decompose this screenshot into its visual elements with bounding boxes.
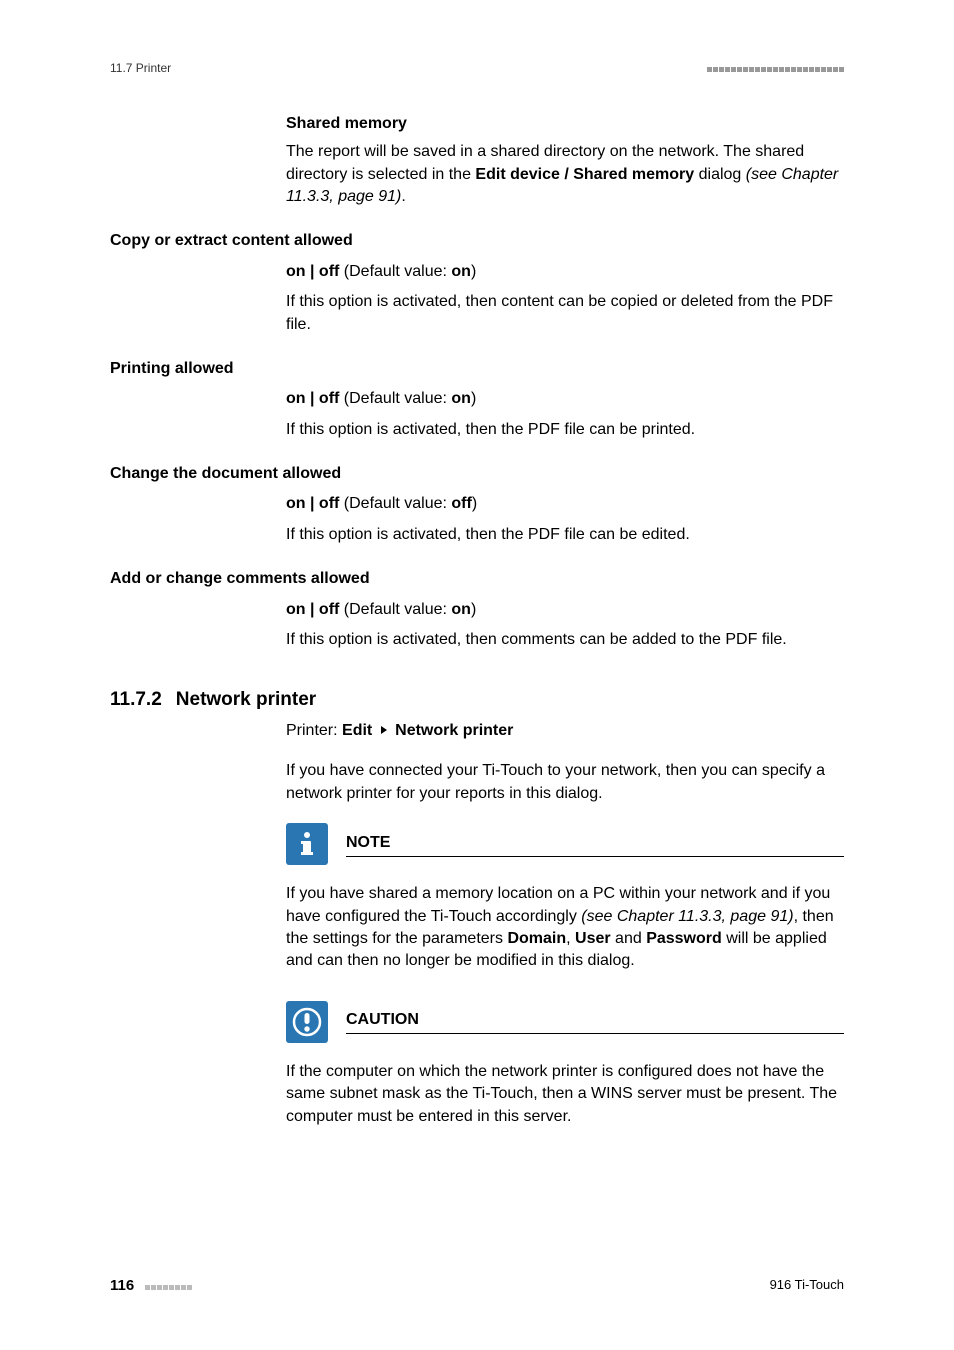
page-footer: 116 916 Ti-Touch	[110, 1275, 844, 1296]
section-heading: 11.7.2 Network printer	[110, 687, 844, 714]
section-path: 11.7 Printer	[110, 60, 171, 77]
copy-option-desc: If this option is activated, then conten…	[286, 291, 844, 336]
caution-body: If the computer on which the network pri…	[286, 1061, 844, 1128]
page-header: 11.7 Printer	[110, 60, 844, 77]
copy-option-default: on | off (Default value: on)	[286, 261, 844, 283]
shared-memory-desc: The report will be saved in a shared dir…	[286, 141, 844, 208]
caution-box: CAUTION If the computer on which the net…	[286, 1001, 844, 1128]
note-box: NOTE If you have shared a memory locatio…	[286, 823, 844, 973]
chevron-right-icon	[381, 726, 387, 734]
caution-label: CAUTION	[346, 1009, 844, 1034]
section-number: 11.7.2	[110, 687, 162, 714]
note-label: NOTE	[346, 832, 844, 857]
change-option-desc: If this option is activated, then the PD…	[286, 524, 844, 546]
footer-title: 916 Ti-Touch	[770, 1276, 844, 1294]
shared-memory-block: Shared memory The report will be saved i…	[286, 113, 844, 209]
page-number: 116	[110, 1277, 134, 1294]
decorative-dots	[706, 60, 844, 77]
info-icon	[286, 823, 328, 865]
comments-option-default: on | off (Default value: on)	[286, 599, 844, 621]
change-option-default: on | off (Default value: off)	[286, 493, 844, 515]
copy-option-title: Copy or extract content allowed	[110, 230, 844, 252]
note-body: If you have shared a memory location on …	[286, 883, 844, 973]
comments-option-title: Add or change comments allowed	[110, 568, 844, 590]
print-option-default: on | off (Default value: on)	[286, 388, 844, 410]
comments-option-desc: If this option is activated, then commen…	[286, 629, 844, 651]
shared-memory-label: Shared memory	[286, 113, 844, 135]
print-option-title: Printing allowed	[110, 358, 844, 380]
footer-left: 116	[110, 1275, 192, 1296]
section-intro: If you have connected your Ti-Touch to y…	[286, 760, 844, 805]
breadcrumb: Printer: Edit Network printer	[286, 720, 844, 742]
print-option-desc: If this option is activated, then the PD…	[286, 419, 844, 441]
warning-icon	[286, 1001, 328, 1043]
decorative-dots	[144, 1278, 192, 1293]
change-option-title: Change the document allowed	[110, 463, 844, 485]
section-title: Network printer	[176, 687, 316, 714]
